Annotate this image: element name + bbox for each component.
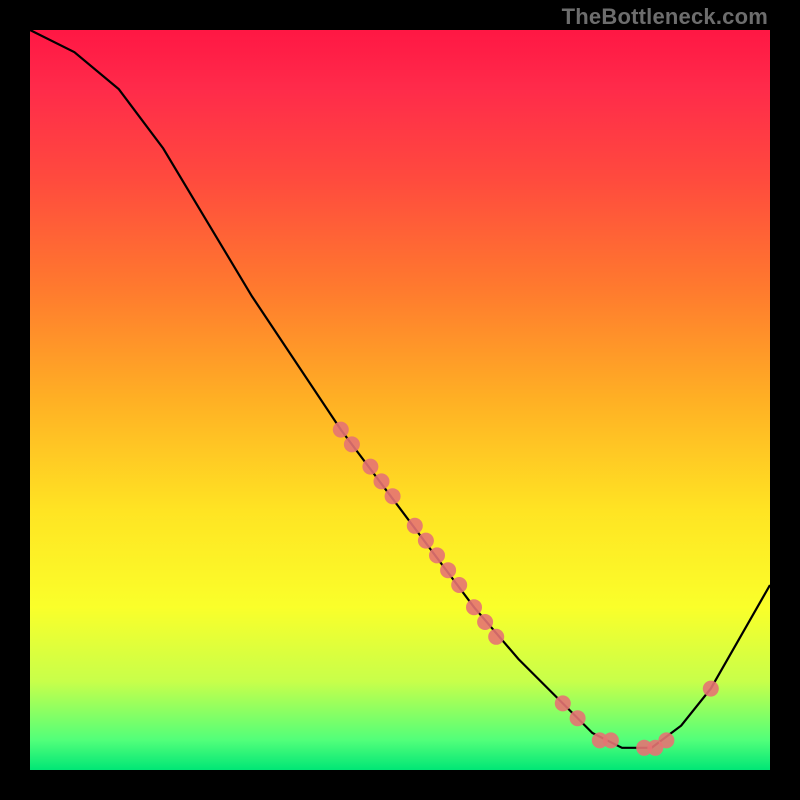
data-point — [362, 459, 378, 475]
data-point — [603, 732, 619, 748]
data-point — [466, 599, 482, 615]
watermark-text: TheBottleneck.com — [562, 4, 768, 30]
data-point — [429, 547, 445, 563]
overlay-dots — [333, 422, 719, 756]
plot-area — [30, 30, 770, 770]
data-point — [703, 681, 719, 697]
curve-layer — [30, 30, 770, 770]
data-point — [374, 473, 390, 489]
data-point — [477, 614, 493, 630]
data-point — [570, 710, 586, 726]
data-point — [344, 436, 360, 452]
data-point — [407, 518, 423, 534]
data-point — [488, 629, 504, 645]
data-point — [555, 695, 571, 711]
data-point — [385, 488, 401, 504]
chart-stage: TheBottleneck.com — [0, 0, 800, 800]
data-point — [440, 562, 456, 578]
data-point — [333, 422, 349, 438]
data-point — [658, 732, 674, 748]
bottleneck-curve — [30, 30, 770, 748]
data-point — [451, 577, 467, 593]
data-point — [418, 533, 434, 549]
